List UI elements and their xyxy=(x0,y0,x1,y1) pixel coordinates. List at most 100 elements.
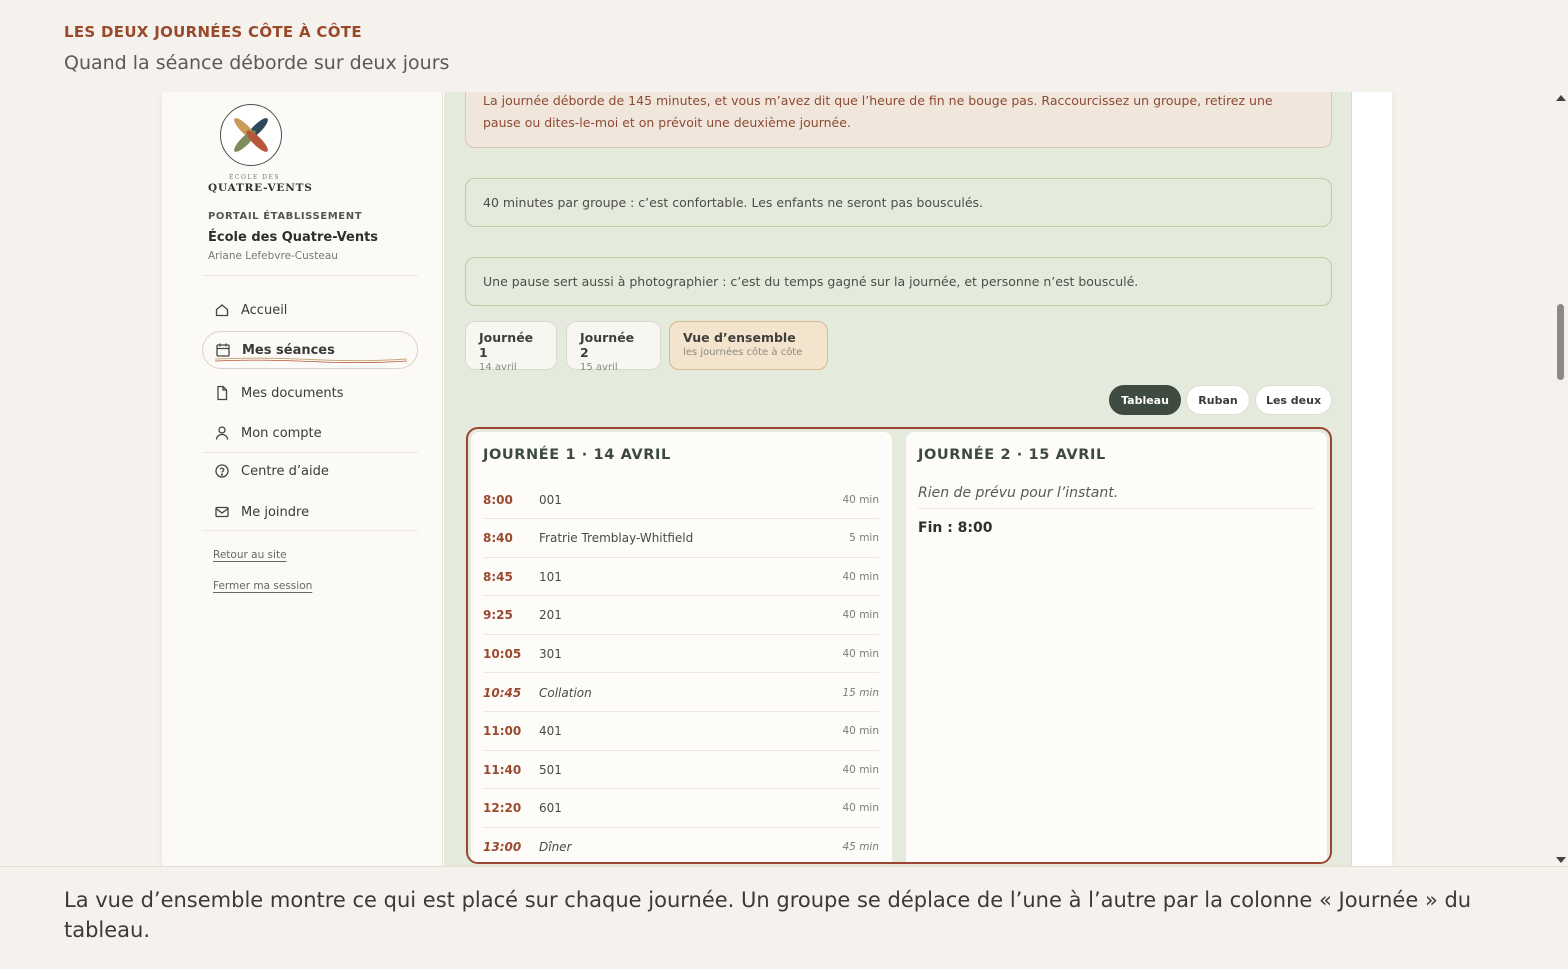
view-toggle-les-deux[interactable]: Les deux xyxy=(1255,385,1332,415)
row-name: Collation xyxy=(539,685,592,700)
tab-title: Journée 2 xyxy=(580,330,635,360)
tab-date: 15 avril xyxy=(580,362,618,373)
row-duration: 15 min xyxy=(842,686,880,699)
tab-vue-ensemble[interactable]: Vue d’ensemble les journées côte à côte xyxy=(669,321,828,370)
scroll-up-icon[interactable] xyxy=(1556,95,1566,101)
day2-title: JOURNÉE 2 · 15 AVRIL xyxy=(918,447,1106,463)
schedule-row[interactable]: 11:00 401 40 min xyxy=(483,713,879,751)
main-content: La journée déborde de 145 minutes, et vo… xyxy=(444,92,1352,866)
user-icon xyxy=(214,425,230,441)
row-time: 11:40 xyxy=(483,762,522,777)
row-name: 201 xyxy=(539,608,562,623)
row-duration: 40 min xyxy=(842,763,880,776)
schedule-row[interactable]: 9:25 201 40 min xyxy=(483,597,879,635)
back-to-site-link[interactable]: Retour au site xyxy=(213,549,287,561)
document-icon xyxy=(214,385,230,401)
row-duration: 40 min xyxy=(842,725,880,738)
day2-empty-text: Rien de prévu pour l’instant. xyxy=(918,485,1314,509)
nav-item-centre-aide[interactable]: Centre d’aide xyxy=(202,452,418,490)
row-time: 11:00 xyxy=(483,724,522,739)
calendar-icon xyxy=(215,342,231,358)
caption-bottom: La vue d’ensemble montre ce qui est plac… xyxy=(0,866,1568,969)
pinwheel-logo-icon xyxy=(234,118,268,152)
row-time: 8:40 xyxy=(483,531,513,546)
nav-item-me-joindre[interactable]: Me joindre xyxy=(202,493,418,531)
app-window: ÉCOLE DES QUATRE-VENTS PORTAIL ÉTABLISSE… xyxy=(162,92,1392,866)
nav-item-mes-seances[interactable]: Mes séances xyxy=(202,331,418,369)
row-time: 8:00 xyxy=(483,492,513,507)
home-icon xyxy=(214,302,230,318)
overflow-warning: La journée déborde de 145 minutes, et vo… xyxy=(465,92,1332,148)
tab-journee-2[interactable]: Journée 2 15 avril xyxy=(566,321,661,373)
nav-item-mes-documents[interactable]: Mes documents xyxy=(202,374,418,412)
row-time: 8:45 xyxy=(483,569,513,584)
row-duration: 5 min xyxy=(849,532,879,545)
schedule-break-row[interactable]: 13:00 Dîner 45 min xyxy=(483,828,880,862)
nav-item-mon-compte[interactable]: Mon compte xyxy=(202,414,418,452)
page-scrollbar[interactable] xyxy=(1554,92,1568,866)
row-duration: 40 min xyxy=(842,647,880,660)
nav-item-accueil[interactable]: Accueil xyxy=(202,291,418,329)
info-message-break: Une pause sert aussi à photographier : c… xyxy=(465,257,1332,306)
row-duration: 40 min xyxy=(842,570,880,583)
day2-end-time: Fin : 8:00 xyxy=(918,520,993,536)
row-duration: 40 min xyxy=(842,609,880,622)
view-toggle-ruban[interactable]: Ruban xyxy=(1186,385,1250,415)
row-time: 10:45 xyxy=(483,685,522,700)
logo-name: QUATRE-VENTS xyxy=(208,182,313,194)
row-duration: 45 min xyxy=(842,840,880,853)
logo-subtext: ÉCOLE DES xyxy=(229,174,280,181)
row-time: 12:20 xyxy=(483,801,522,816)
school-logo xyxy=(220,104,282,166)
schedule-row[interactable]: 12:20 601 40 min xyxy=(483,790,879,828)
nav-label: Accueil xyxy=(241,302,288,318)
nav-label: Mes séances xyxy=(242,342,335,358)
sidebar: ÉCOLE DES QUATRE-VENTS PORTAIL ÉTABLISSE… xyxy=(162,92,443,866)
nav-label: Me joindre xyxy=(241,504,310,520)
portal-label: PORTAIL ÉTABLISSEMENT xyxy=(208,211,363,222)
user-name: Ariane Lefebvre-Custeau xyxy=(208,250,338,262)
tab-journee-1[interactable]: Journée 1 14 avril xyxy=(465,321,557,373)
caption-kicker: LES DEUX JOURNÉES CÔTE À CÔTE xyxy=(64,23,362,41)
mail-icon xyxy=(214,504,230,520)
tab-title: Journée 1 xyxy=(479,330,534,360)
schedule-break-row[interactable]: 10:45 Collation 15 min xyxy=(483,674,879,712)
row-name: 401 xyxy=(539,724,562,739)
row-name: 101 xyxy=(539,569,562,584)
schedule-row[interactable]: 11:40 501 40 min xyxy=(483,751,880,790)
row-name: 301 xyxy=(539,646,562,661)
nav-label: Centre d’aide xyxy=(241,463,329,479)
divider xyxy=(202,530,418,531)
row-time: 10:05 xyxy=(483,646,522,661)
help-icon xyxy=(214,463,230,479)
nav-label: Mes documents xyxy=(241,385,344,401)
caption-subtitle: Quand la séance déborde sur deux jours xyxy=(64,52,450,74)
row-duration: 40 min xyxy=(842,802,880,815)
row-name: 601 xyxy=(539,801,562,816)
row-duration: 40 min xyxy=(842,493,880,506)
nav-label: Mon compte xyxy=(241,425,322,441)
schedule-row[interactable]: 8:45 101 40 min xyxy=(483,558,880,597)
active-underline-decoration xyxy=(215,357,407,363)
row-name: 501 xyxy=(539,762,562,777)
row-name: Dîner xyxy=(539,839,572,854)
schedule-row[interactable]: 8:40 Fratrie Tremblay-Whitfield 5 min xyxy=(483,520,879,558)
logout-link[interactable]: Fermer ma session xyxy=(213,580,312,592)
tab-title: Vue d’ensemble xyxy=(683,330,796,345)
view-toggle-tableau[interactable]: Tableau xyxy=(1109,385,1181,415)
school-name: École des Quatre-Vents xyxy=(208,230,379,245)
scrollbar-thumb[interactable] xyxy=(1557,304,1564,380)
divider xyxy=(202,275,418,276)
info-message-duration: 40 minutes par groupe : c’est confortabl… xyxy=(465,178,1332,227)
day1-title: JOURNÉE 1 · 14 AVRIL xyxy=(483,447,671,463)
schedule-row[interactable]: 8:00 001 40 min xyxy=(483,481,879,519)
days-board: JOURNÉE 1 · 14 AVRIL 8:00 001 40 min 8:40 Fr… xyxy=(466,427,1332,864)
tab-date: les journées côte à côte xyxy=(683,347,803,358)
tab-date: 14 avril xyxy=(479,362,517,373)
scroll-down-icon[interactable] xyxy=(1556,857,1566,863)
row-name: Fratrie Tremblay-Whitfield xyxy=(539,531,694,546)
day2-column: JOURNÉE 2 · 15 AVRIL Rien de prévu pour … xyxy=(906,432,1327,862)
row-name: 001 xyxy=(539,492,562,507)
schedule-row[interactable]: 10:05 301 40 min xyxy=(483,635,880,674)
caption-bottom-text: La vue d’ensemble montre ce qui est plac… xyxy=(64,888,1472,942)
